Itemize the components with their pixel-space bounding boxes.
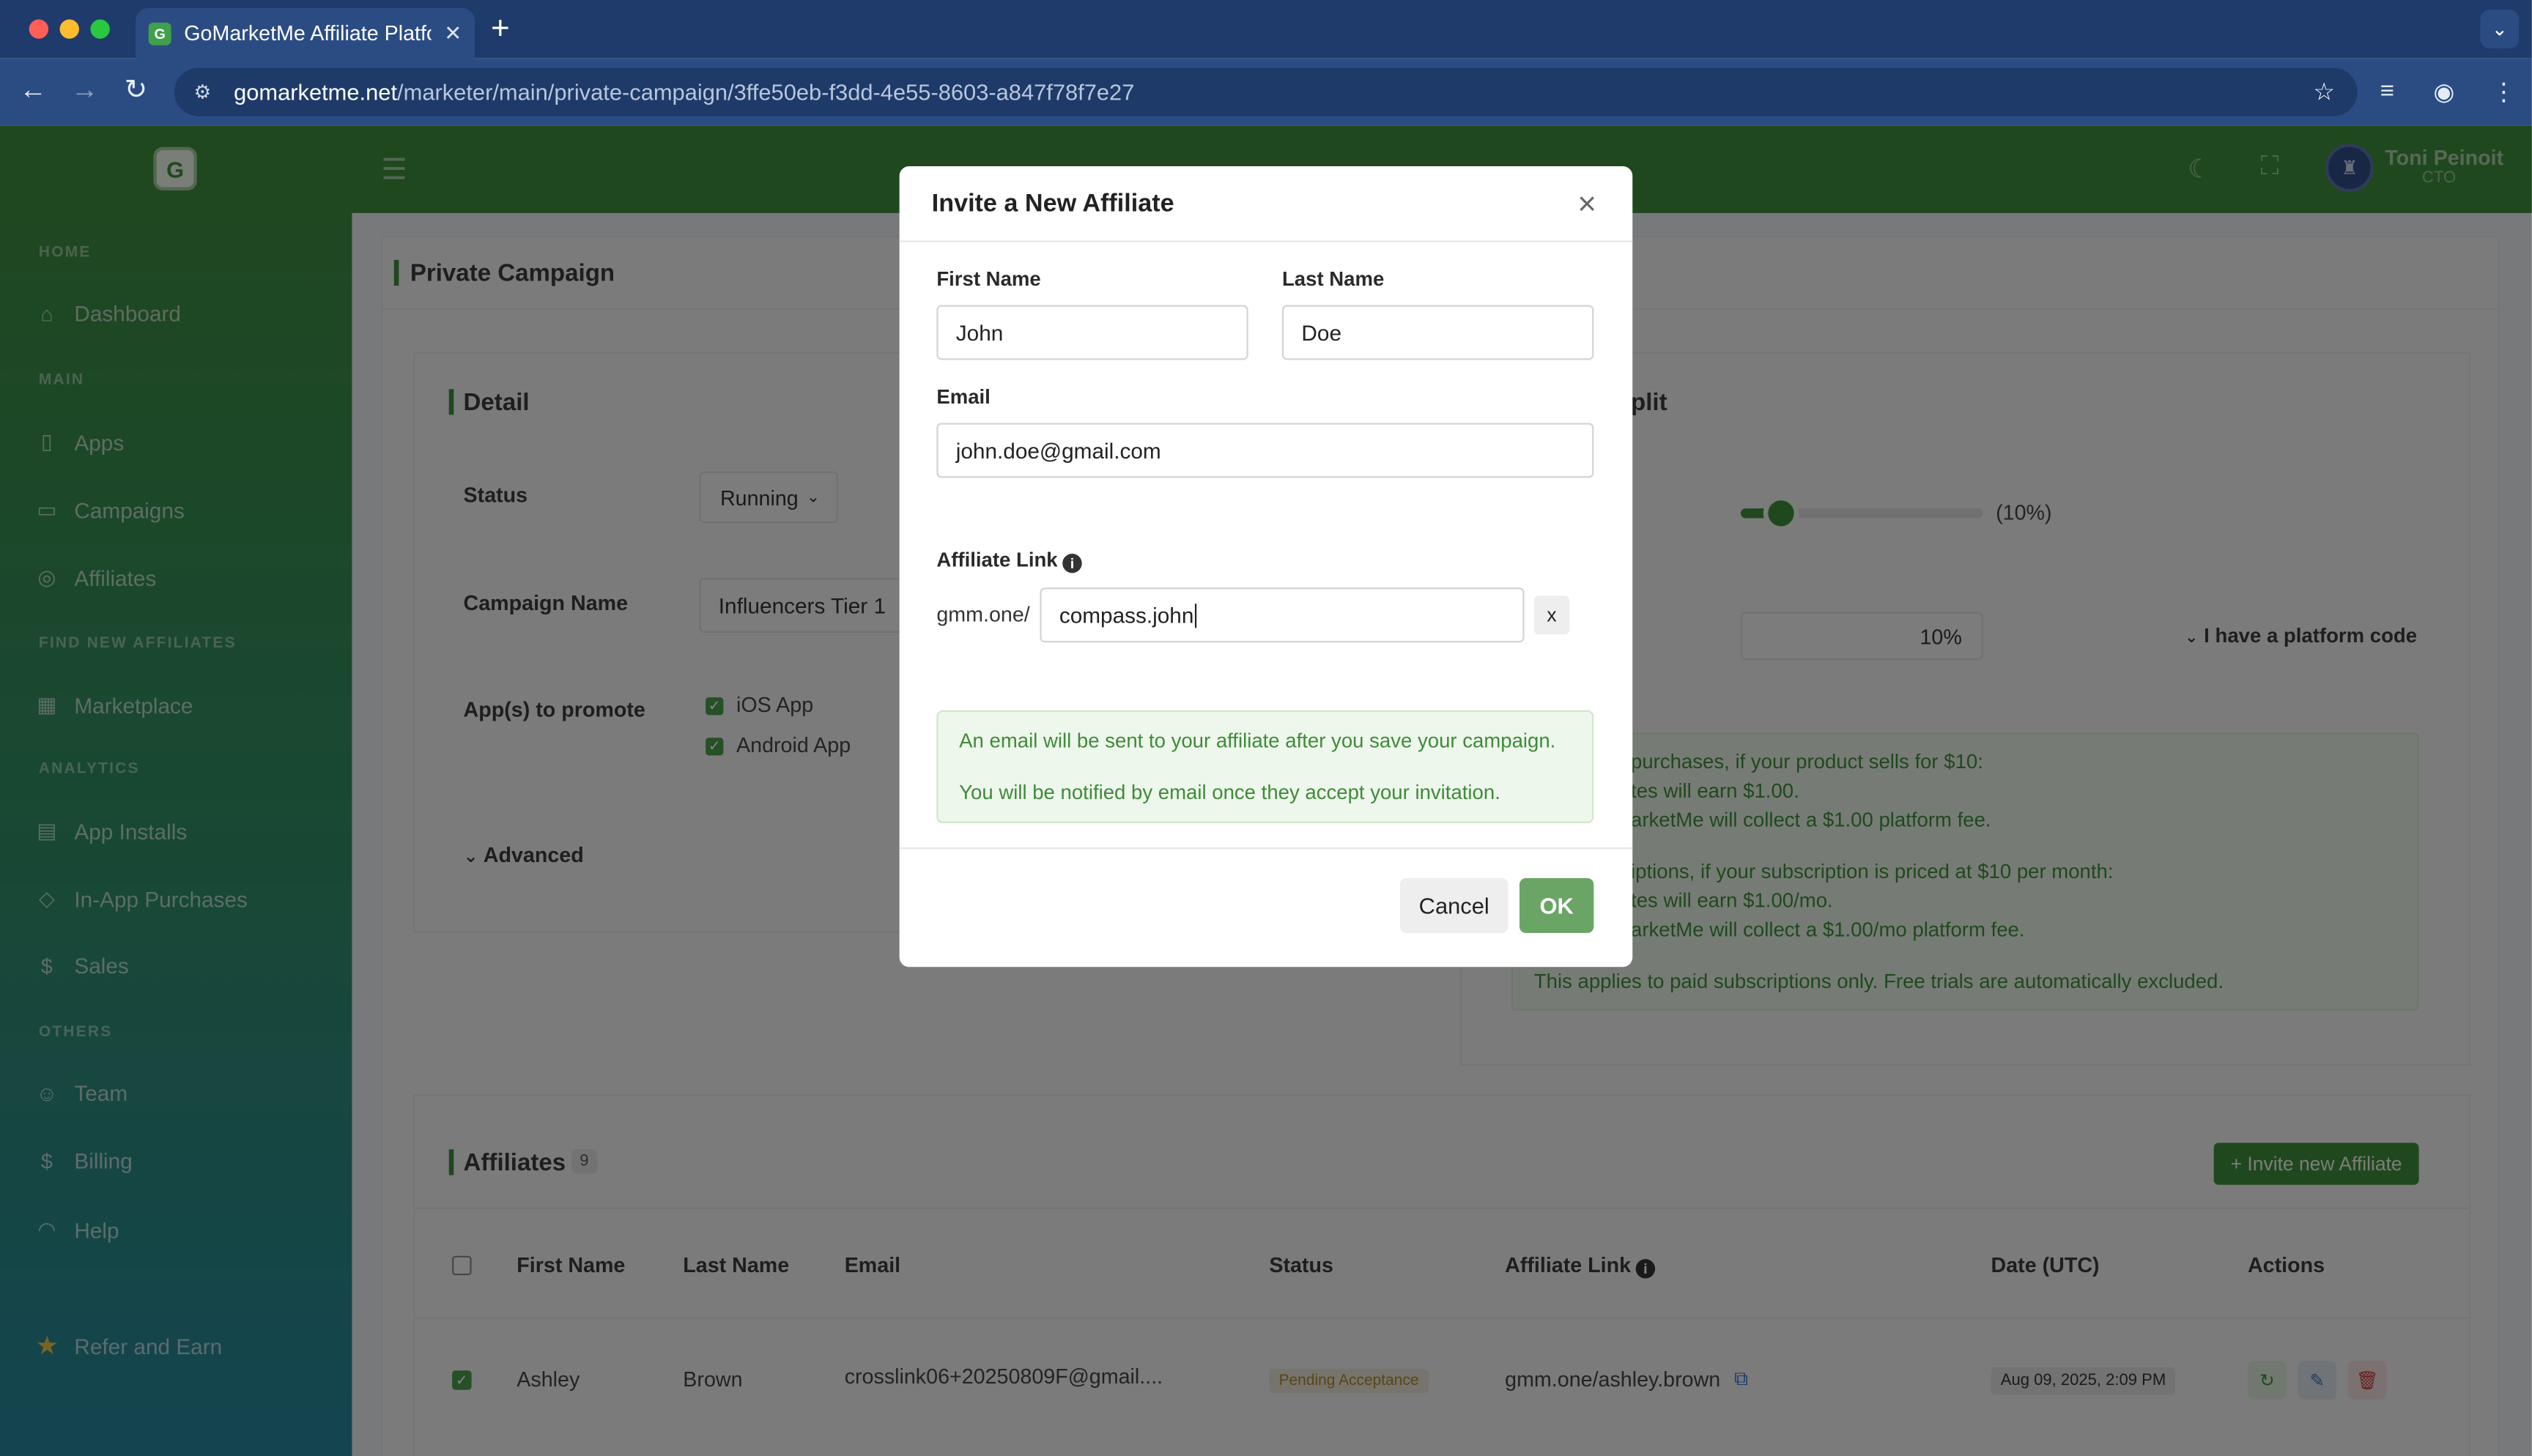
clear-link-button[interactable]: x (1533, 595, 1570, 635)
new-tab-icon[interactable]: + (491, 11, 510, 48)
invite-affiliate-modal: Invite a New Affiliate × First Name John… (899, 166, 1633, 967)
url-path: /marketer/main/private-campaign/3ffe50eb… (397, 78, 1135, 105)
browser-tab[interactable]: G GoMarketMe Affiliate Platform ✕ (136, 8, 475, 59)
favicon-icon: G (148, 21, 171, 45)
affiliate-link-label-text: Affiliate Link (936, 549, 1058, 572)
minimize-window-button[interactable] (59, 19, 79, 39)
forward-arrow-icon[interactable]: → (71, 74, 98, 106)
affiliate-link-input[interactable]: compass.john (1040, 587, 1525, 643)
cancel-button[interactable]: Cancel (1399, 877, 1509, 933)
last-name-input[interactable]: Doe (1281, 305, 1594, 360)
address-bar[interactable]: ⚙ gomarketme.net/marketer/main/private-c… (174, 67, 2358, 116)
bookmark-star-icon[interactable]: ☆ (2313, 78, 2335, 106)
modal-title: Invite a New Affiliate (931, 190, 1174, 218)
text-cursor (1195, 603, 1197, 628)
url-domain: gomarketme.net (234, 78, 398, 105)
browser-tab-bar: G GoMarketMe Affiliate Platform ✕ + ⌄ (0, 0, 2532, 59)
close-icon[interactable]: × (1577, 187, 1596, 225)
close-tab-icon[interactable]: ✕ (444, 21, 462, 46)
media-control-icon[interactable]: ≡ (2380, 78, 2394, 105)
affiliate-link-label: Affiliate Link i (936, 549, 1082, 573)
tab-title: GoMarketMe Affiliate Platform (184, 21, 431, 45)
first-name-input[interactable]: John (936, 305, 1248, 360)
alert-line: An email will be sent to your affiliate … (959, 729, 1556, 753)
last-name-label: Last Name (1281, 267, 1385, 291)
ok-button[interactable]: OK (1519, 877, 1594, 933)
last-name-value: Doe (1301, 320, 1342, 345)
email-input[interactable]: john.doe@gmail.com (936, 423, 1594, 478)
close-window-button[interactable] (29, 19, 49, 39)
info-alert: An email will be sent to your affiliate … (936, 710, 1594, 824)
modal-divider (899, 240, 1633, 242)
first-name-value: John (955, 320, 1004, 345)
email-value: john.doe@gmail.com (955, 438, 1161, 463)
affiliate-link-value: compass.john (1059, 603, 1194, 628)
browser-toolbar: ← → ↻ ⚙ gomarketme.net/marketer/main/pri… (0, 58, 2532, 126)
browser-menu-icon[interactable]: ⋮ (2492, 78, 2516, 106)
modal-divider (899, 847, 1633, 850)
first-name-label: First Name (936, 267, 1041, 291)
site-settings-icon[interactable]: ⚙ (193, 81, 211, 103)
tab-search-chevron-icon[interactable]: ⌄ (2480, 10, 2520, 49)
profile-extension-icon[interactable]: ◉ (2433, 78, 2454, 106)
affiliate-link-prefix: gmm.one/ (936, 602, 1030, 627)
alert-line: You will be notified by email once they … (959, 781, 1500, 804)
reload-icon[interactable]: ↻ (125, 74, 147, 106)
email-label: Email (936, 385, 991, 409)
maximize-window-button[interactable] (90, 19, 110, 39)
back-arrow-icon[interactable]: ← (19, 74, 46, 106)
info-icon[interactable]: i (1062, 553, 1082, 573)
